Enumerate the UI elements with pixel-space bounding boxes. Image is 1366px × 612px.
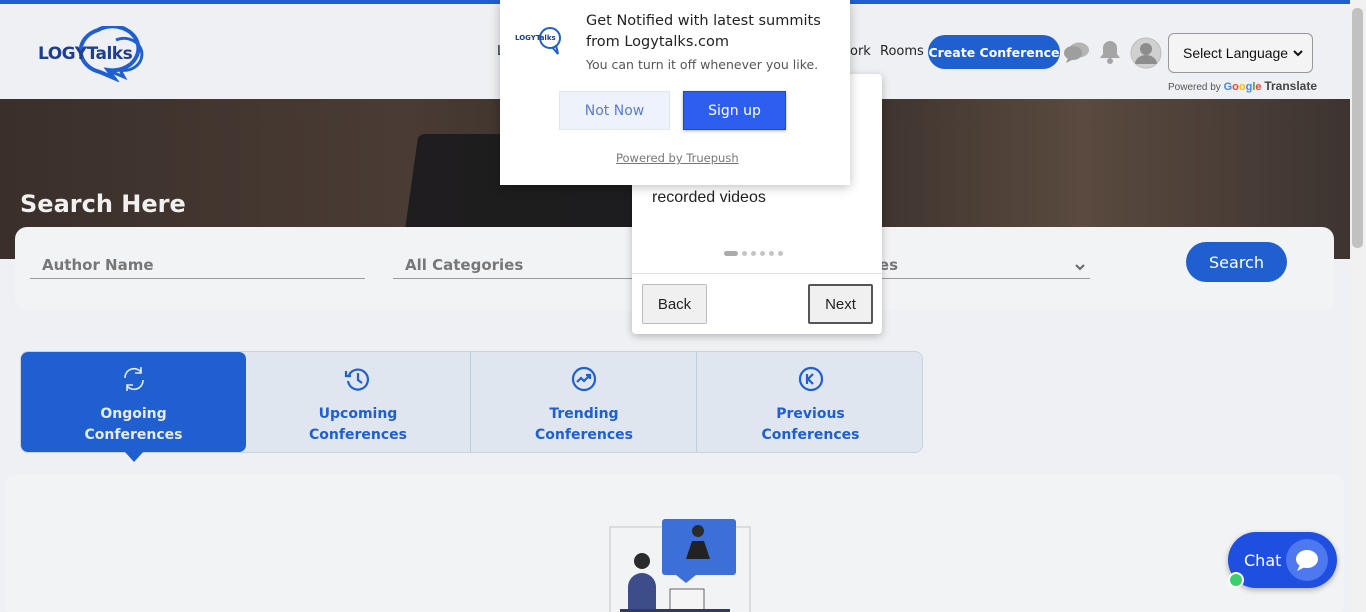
push-logo-text: LOGYTalks bbox=[515, 34, 556, 42]
chat-widget-button[interactable]: Chat bbox=[1228, 532, 1337, 588]
tab-label-line: Trending bbox=[549, 406, 619, 422]
tab-label: Ongoing Conferences bbox=[85, 404, 183, 446]
conference-tabs: Ongoing Conferences Upcoming Conferences T… bbox=[20, 351, 923, 453]
conference-content-area bbox=[5, 475, 1344, 612]
google-letter: o bbox=[1232, 81, 1239, 93]
online-status-indicator bbox=[1228, 572, 1244, 588]
logo-word-talks: Talks bbox=[86, 44, 133, 64]
tour-step-text: recorded videos bbox=[652, 189, 766, 206]
active-tab-pointer bbox=[124, 451, 144, 462]
tab-trending-conferences[interactable]: Trending Conferences bbox=[472, 352, 697, 452]
push-logo: LOGYTalks bbox=[514, 26, 566, 56]
logo-word-logy: LOGY bbox=[38, 44, 87, 64]
google-wordmark: Google bbox=[1223, 81, 1262, 93]
previous-icon bbox=[798, 366, 823, 392]
sign-up-button[interactable]: Sign up bbox=[683, 91, 786, 130]
not-now-button[interactable]: Not Now bbox=[559, 91, 670, 130]
google-translate-credit[interactable]: Powered by Google Translate bbox=[1168, 79, 1317, 93]
tour-dot[interactable] bbox=[724, 251, 738, 256]
tab-label-line: Ongoing bbox=[100, 406, 167, 422]
search-button[interactable]: Search bbox=[1186, 242, 1287, 282]
chevron-down-icon bbox=[1292, 46, 1304, 62]
tour-back-button[interactable]: Back bbox=[642, 284, 707, 324]
tab-label-line: Conferences bbox=[84, 427, 183, 443]
tab-label-line: Upcoming bbox=[318, 406, 398, 422]
third-filter-select[interactable]: ces bbox=[870, 251, 1090, 279]
trending-icon bbox=[571, 366, 597, 392]
tour-next-button[interactable]: Next bbox=[808, 284, 873, 324]
tour-dot[interactable] bbox=[769, 251, 774, 256]
tour-dot[interactable] bbox=[751, 251, 756, 256]
push-title: Get Notified with latest summits from Lo… bbox=[586, 13, 821, 50]
nav-item-network[interactable]: ork bbox=[850, 44, 871, 59]
scrollbar-thumb[interactable] bbox=[1352, 8, 1363, 248]
google-letter: e bbox=[1255, 81, 1262, 93]
tab-label-line: Conferences bbox=[761, 427, 860, 443]
avatar[interactable] bbox=[1130, 37, 1162, 74]
powered-by-text: Powered by bbox=[1168, 82, 1221, 93]
push-logo-word: Talks bbox=[535, 34, 556, 42]
tab-ongoing-conferences[interactable]: Ongoing Conferences bbox=[21, 352, 246, 452]
empty-state-illustration bbox=[609, 519, 751, 612]
tab-label: Previous Conferences bbox=[762, 404, 860, 446]
language-select[interactable]: Select Language bbox=[1168, 33, 1313, 73]
tour-progress-dots bbox=[724, 251, 783, 256]
clock-icon bbox=[344, 368, 369, 391]
tab-label: Upcoming Conferences bbox=[309, 404, 407, 446]
categories-select[interactable]: All Categories bbox=[393, 251, 633, 279]
tab-previous-conferences[interactable]: Previous Conferences bbox=[698, 352, 923, 452]
logytalks-logo[interactable]: LOGYTalks bbox=[38, 24, 153, 83]
tour-dot[interactable] bbox=[778, 251, 783, 256]
chevron-down-icon bbox=[1074, 259, 1086, 277]
logo-text: LOGYTalks bbox=[38, 44, 133, 64]
chat-bubble-icon bbox=[1286, 539, 1328, 581]
tab-label-line: Previous bbox=[776, 406, 845, 422]
tab-label: Trending Conferences bbox=[535, 404, 633, 446]
translate-text: Translate bbox=[1264, 79, 1318, 93]
push-subtitle: You can turn it off whenever you like. bbox=[586, 57, 819, 72]
author-name-input[interactable]: Author Name bbox=[30, 251, 365, 279]
tab-label-line: Conferences bbox=[535, 427, 633, 443]
tour-dot[interactable] bbox=[742, 251, 747, 256]
google-letter: o bbox=[1238, 81, 1246, 93]
page-title: Search Here bbox=[20, 190, 186, 218]
push-notification-prompt: LOGYTalks Get Notified with latest summi… bbox=[500, 0, 850, 185]
tour-dot[interactable] bbox=[760, 251, 765, 256]
push-logo-word: LOGY bbox=[515, 34, 536, 42]
tour-divider bbox=[632, 273, 882, 274]
tab-upcoming-conferences[interactable]: Upcoming Conferences bbox=[246, 352, 471, 452]
chat-label: Chat bbox=[1244, 551, 1282, 570]
truepush-link[interactable]: Powered by Truepush bbox=[616, 151, 739, 165]
tab-label-line: Conferences bbox=[309, 427, 407, 443]
refresh-icon bbox=[123, 367, 144, 391]
bell-icon[interactable] bbox=[1099, 39, 1121, 70]
chat-bubbles-icon[interactable] bbox=[1064, 41, 1090, 68]
create-conference-button[interactable]: Create Conference bbox=[928, 35, 1060, 69]
language-select-value: Select Language bbox=[1183, 45, 1289, 61]
google-letter: G bbox=[1223, 81, 1233, 93]
nav-item-rooms[interactable]: Rooms bbox=[880, 44, 924, 59]
